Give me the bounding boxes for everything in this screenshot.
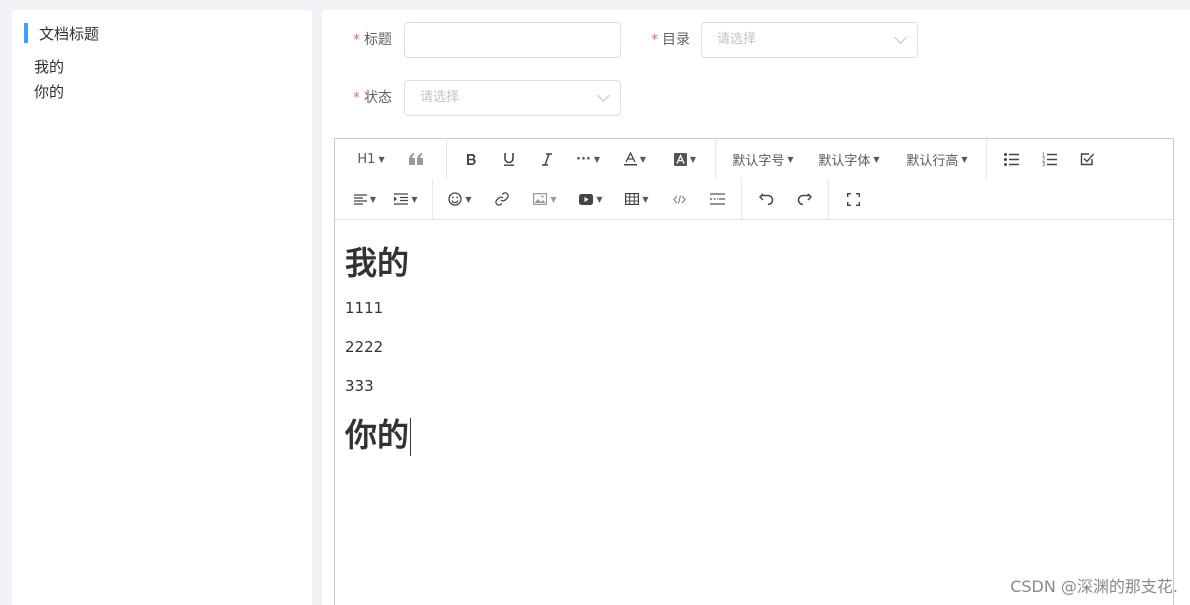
underline-icon[interactable] (490, 139, 528, 179)
fullscreen-icon[interactable] (834, 179, 872, 219)
catalog-placeholder: 请选择 (717, 32, 757, 47)
status-label: * 状态 (353, 90, 392, 106)
undo-icon[interactable] (747, 179, 785, 219)
font-color-dropdown[interactable]: ▼ (610, 139, 660, 179)
heading-dropdown[interactable]: H1 ▼ (351, 139, 391, 179)
indent-dropdown[interactable]: ▼ (385, 179, 427, 219)
redo-icon[interactable] (785, 179, 823, 219)
font-family-dropdown[interactable]: 默认字体 ▼ (805, 139, 893, 179)
table-dropdown[interactable]: ▼ (614, 179, 660, 219)
outline-item[interactable]: 我的 (34, 55, 64, 80)
chevron-down-icon (894, 31, 907, 44)
quote-icon[interactable] (391, 139, 441, 179)
editor-content[interactable]: 我的 1111 2222 333 你的 (335, 221, 1173, 456)
content-paragraph: 2222 (345, 338, 384, 356)
sidebar-title: 文档标题 (39, 24, 100, 43)
rich-text-editor: H1 ▼ ··· ▼ ▼ ▼ 默认字号 ▼ 默认字体 ▼ 默认行高 ▼ 1 2 … (334, 138, 1174, 605)
toolbar-row-1: H1 ▼ ··· ▼ ▼ ▼ 默认字号 ▼ 默认字体 ▼ 默认行高 ▼ 1 2 … (335, 139, 1106, 179)
required-mark: * (353, 32, 360, 48)
numbered-list-icon[interactable]: 123 (1030, 139, 1068, 179)
title-input[interactable] (404, 22, 621, 58)
bullet-list-icon[interactable] (992, 139, 1030, 179)
catalog-label: * 目录 (651, 32, 690, 48)
sidebar-header: 文档标题 (24, 23, 99, 43)
more-style-dropdown[interactable]: ··· ▼ (566, 139, 610, 179)
catalog-select[interactable]: 请选择 (701, 22, 918, 58)
todo-checkbox-icon[interactable] (1068, 139, 1106, 179)
content-heading-with-cursor: 你的 (345, 416, 412, 456)
accent-bar (24, 23, 28, 43)
editor-toolbar: H1 ▼ ··· ▼ ▼ ▼ 默认字号 ▼ 默认字体 ▼ 默认行高 ▼ 1 2 … (335, 139, 1173, 220)
chevron-down-icon (597, 89, 610, 102)
title-label: * 标题 (353, 32, 392, 48)
outline-item[interactable]: 你的 (34, 80, 64, 105)
content-heading: 我的 (345, 244, 410, 282)
text-cursor (410, 418, 412, 456)
svg-text:3: 3 (1042, 162, 1045, 166)
divider-icon[interactable] (698, 179, 736, 219)
font-size-dropdown[interactable]: 默认字号 ▼ (721, 139, 805, 179)
watermark: CSDN @深渊的那支花. (1010, 577, 1178, 596)
emoji-dropdown[interactable]: ▼ (438, 179, 482, 219)
outline-list: 我的 你的 (34, 55, 64, 105)
image-dropdown[interactable]: ▼ (522, 179, 568, 219)
bold-icon[interactable] (452, 139, 490, 179)
line-height-dropdown[interactable]: 默认行高 ▼ (893, 139, 981, 179)
required-mark: * (651, 32, 658, 48)
required-mark: * (353, 90, 360, 106)
video-dropdown[interactable]: ▼ (568, 179, 614, 219)
background-color-dropdown[interactable]: ▼ (660, 139, 710, 179)
align-dropdown[interactable]: ▼ (345, 179, 385, 219)
code-icon[interactable] (660, 179, 698, 219)
status-placeholder: 请选择 (420, 90, 460, 105)
sidebar: 文档标题 我的 你的 (12, 10, 312, 605)
content-paragraph: 1111 (345, 299, 384, 317)
status-select[interactable]: 请选择 (404, 80, 621, 116)
main-panel: * 标题 * 目录 请选择 * 状态 请选择 H1 ▼ ··· ▼ ▼ ▼ 默认… (322, 10, 1190, 605)
toolbar-row-2: ▼ ▼ ▼ ▼ ▼ ▼ (335, 179, 872, 219)
content-paragraph: 333 (345, 377, 374, 395)
link-icon[interactable] (482, 179, 522, 219)
italic-icon[interactable] (528, 139, 566, 179)
